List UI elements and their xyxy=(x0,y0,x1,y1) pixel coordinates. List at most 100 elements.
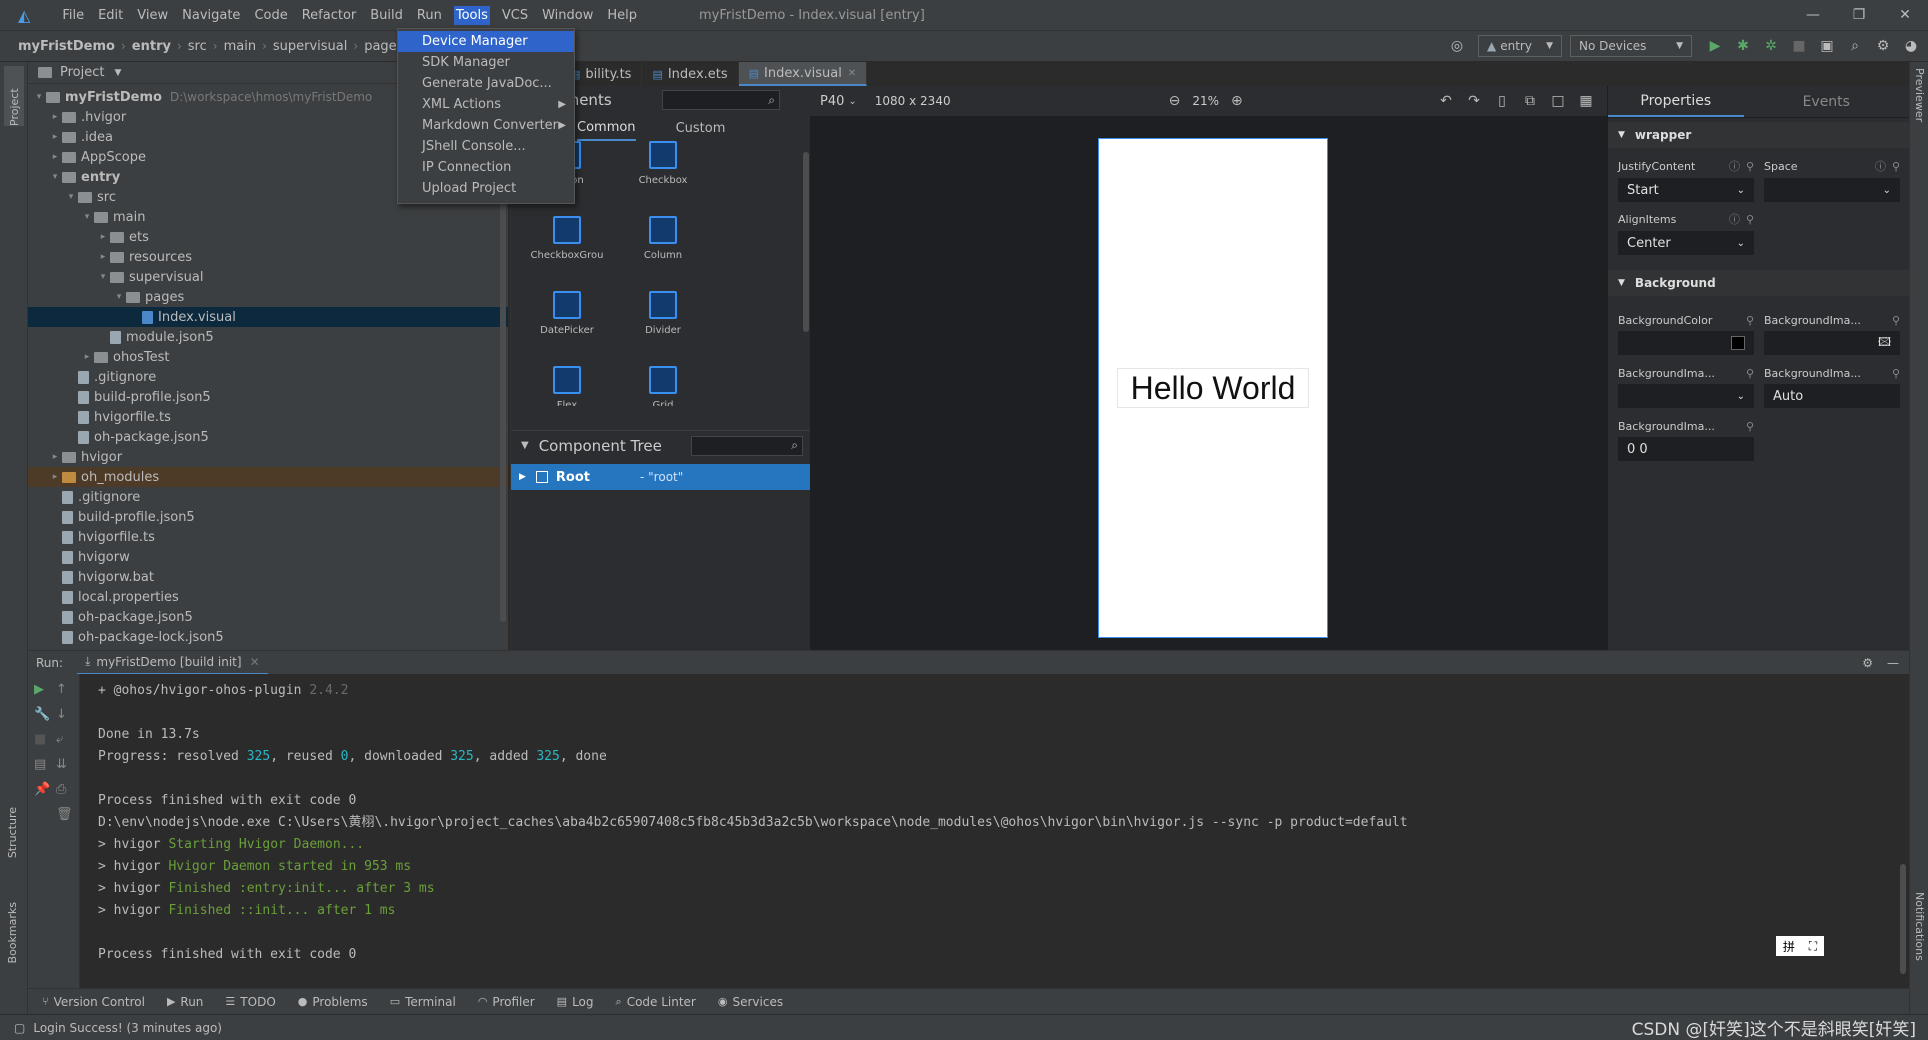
layout-icon[interactable]: ▦ xyxy=(1575,90,1597,112)
menu-window[interactable]: Window xyxy=(540,6,595,25)
tree-item-oh-package-json5[interactable]: oh-package.json5 xyxy=(28,427,508,447)
menu-tools[interactable]: Tools xyxy=(453,5,490,25)
tab-events[interactable]: Events xyxy=(1744,87,1909,117)
settings-icon[interactable]: ⚙ xyxy=(1862,656,1873,670)
tree-item-ets[interactable]: ▸ ets xyxy=(28,227,508,247)
chevron-down-icon[interactable]: ▼ xyxy=(521,440,529,451)
tree-item-local-properties[interactable]: local.properties xyxy=(28,587,508,607)
tree-item-hvigorw[interactable]: hvigorw xyxy=(28,547,508,567)
component-grid[interactable]: Grid xyxy=(615,351,711,406)
pin-icon[interactable]: 📌 xyxy=(34,782,50,797)
tree-item-oh-package-json5[interactable]: oh-package.json5 xyxy=(28,607,508,627)
tool-todo[interactable]: ☰ TODO xyxy=(225,995,275,1009)
help-icon[interactable]: ⓘ xyxy=(1729,211,1740,227)
tree-item-hvigorfile-ts[interactable]: hvigorfile.ts xyxy=(28,407,508,427)
tool-run[interactable]: ▶ Run xyxy=(167,995,203,1009)
tree-item-hvigorw-bat[interactable]: hvigorw.bat xyxy=(28,567,508,587)
align-items-select[interactable]: Center ⌄ xyxy=(1618,231,1754,255)
breadcrumb-item[interactable]: src xyxy=(188,39,207,54)
tree-item-supervisual[interactable]: ▾ supervisual xyxy=(28,267,508,287)
minimize-icon[interactable]: — xyxy=(1790,7,1836,23)
close-icon[interactable]: ✕ xyxy=(250,655,260,669)
tree-item-oh-package-lock-json5[interactable]: oh-package-lock.json5 xyxy=(28,627,508,647)
tools-menu-sdk-manager[interactable]: SDK Manager xyxy=(398,52,574,73)
chevron-right-icon[interactable]: ▸ xyxy=(48,452,62,462)
menu-navigate[interactable]: Navigate xyxy=(180,6,242,25)
chevron-right-icon[interactable]: ▶ xyxy=(519,472,526,482)
device-select[interactable]: P40 ⌄ xyxy=(820,94,857,109)
link-icon[interactable]: ⚲ xyxy=(1746,213,1754,226)
tree-item-module-json5[interactable]: module.json5 xyxy=(28,327,508,347)
tool-terminal[interactable]: ▭ Terminal xyxy=(390,995,456,1009)
help-icon[interactable]: ⓘ xyxy=(1729,158,1740,174)
tree-item-pages[interactable]: ▾ pages xyxy=(28,287,508,307)
space-select[interactable]: ⌄ xyxy=(1764,178,1900,202)
breadcrumb-item[interactable]: main xyxy=(224,39,256,54)
breadcrumb-item[interactable]: myFristDemo xyxy=(18,39,115,54)
tree-item-gitignore[interactable]: .gitignore xyxy=(28,487,508,507)
soft-wrap-icon[interactable]: ⤶ xyxy=(56,732,73,747)
hide-panel-icon[interactable]: — xyxy=(1887,656,1899,670)
tool-profiler[interactable]: ◠ Profiler xyxy=(478,995,535,1009)
wrapper-section[interactable]: ▼ wrapper xyxy=(1608,122,1909,148)
editor-tab-index-visual[interactable]: ▤ Index.visual ✕ xyxy=(738,62,868,86)
device-manager-icon[interactable]: ▣ xyxy=(1816,35,1838,57)
scroll-to-end-icon[interactable]: ⇊ xyxy=(56,757,73,772)
component-tree-root[interactable]: ▶ Root - "root" xyxy=(511,464,811,490)
justify-content-select[interactable]: Start ⌄ xyxy=(1618,178,1754,202)
tools-menu-jshell-console[interactable]: JShell Console... xyxy=(398,136,574,157)
console-scrollbar[interactable] xyxy=(1900,864,1906,974)
tree-item-build-profile-json5[interactable]: build-profile.json5 xyxy=(28,507,508,527)
tree-item-hvigorfile-ts[interactable]: hvigorfile.ts xyxy=(28,527,508,547)
chevron-down-icon[interactable]: ▾ xyxy=(96,272,110,282)
stop-icon[interactable]: ■ xyxy=(34,732,50,747)
background-section[interactable]: ▼ Background xyxy=(1608,270,1909,296)
tool-version-control[interactable]: ⑂ Version Control xyxy=(42,995,145,1009)
attach-debugger-icon[interactable]: ✲ xyxy=(1760,35,1782,57)
color-swatch[interactable] xyxy=(1731,336,1745,350)
tree-item-index-visual[interactable]: Index.visual xyxy=(28,307,508,327)
link-icon[interactable]: ⚲ xyxy=(1746,420,1754,433)
tool-code-linter[interactable]: ⌕ Code Linter xyxy=(616,995,696,1009)
menu-vcs[interactable]: VCS xyxy=(500,6,530,25)
tool-services[interactable]: ◉ Services xyxy=(718,995,783,1009)
previewer-tool-button[interactable]: Previewer xyxy=(1913,68,1926,125)
bookmarks-tool-button[interactable]: Bookmarks xyxy=(6,902,19,966)
link-icon[interactable]: ⚲ xyxy=(1746,367,1754,380)
menu-refactor[interactable]: Refactor xyxy=(300,6,359,25)
components-scrollbar[interactable] xyxy=(803,152,809,332)
component-tree-search-input[interactable]: ⌕ xyxy=(691,435,803,456)
layout-icon[interactable]: ▤ xyxy=(34,757,50,772)
breadcrumb-item[interactable]: supervisual xyxy=(273,39,348,54)
help-icon[interactable]: ⓘ xyxy=(1875,158,1886,174)
tools-menu-upload-project[interactable]: Upload Project xyxy=(398,178,574,199)
tools-menu-device-manager[interactable]: Device Manager xyxy=(398,31,574,52)
component-checkbox[interactable]: Checkbox xyxy=(615,126,711,201)
chevron-down-icon[interactable]: ▾ xyxy=(112,292,126,302)
link-icon[interactable]: ⚲ xyxy=(1746,160,1754,173)
link-icon[interactable]: ⚲ xyxy=(1746,314,1754,327)
trash-icon[interactable]: 🗑 xyxy=(56,807,73,822)
tree-item-oh-modules[interactable]: ▸ oh_modules xyxy=(28,467,508,487)
structure-tool-button[interactable]: Structure xyxy=(6,807,19,861)
tab-properties[interactable]: Properties xyxy=(1608,87,1744,117)
target-icon[interactable]: ◎ xyxy=(1446,35,1468,57)
background-image-position-input[interactable]: 0 0 xyxy=(1618,437,1754,461)
background-image-repeat-input[interactable]: Auto xyxy=(1764,384,1900,408)
close-icon[interactable]: ✕ xyxy=(848,68,856,79)
rerun-icon[interactable]: ▶ xyxy=(34,682,50,697)
chevron-right-icon[interactable]: ▸ xyxy=(48,112,62,122)
chevron-right-icon[interactable]: ▸ xyxy=(96,252,110,262)
chevron-right-icon[interactable]: ▸ xyxy=(80,352,94,362)
link-icon[interactable]: ⚲ xyxy=(1892,367,1900,380)
tools-menu-markdown-converter[interactable]: Markdown Converter ▶ xyxy=(398,115,574,136)
tools-menu-generate-javadoc[interactable]: Generate JavaDoc... xyxy=(398,73,574,94)
tool-problems[interactable]: ● Problems xyxy=(298,995,368,1009)
component-divider[interactable]: Divider xyxy=(615,276,711,351)
project-panel-title[interactable]: Project xyxy=(60,65,104,80)
chevron-down-icon[interactable]: ▼ xyxy=(114,68,121,78)
arrow-down-icon[interactable]: ↓ xyxy=(56,707,73,722)
tree-item-ohostest[interactable]: ▸ ohosTest xyxy=(28,347,508,367)
tree-item-build-profile-json5[interactable]: build-profile.json5 xyxy=(28,387,508,407)
hello-world-text[interactable]: Hello World xyxy=(1117,368,1309,408)
